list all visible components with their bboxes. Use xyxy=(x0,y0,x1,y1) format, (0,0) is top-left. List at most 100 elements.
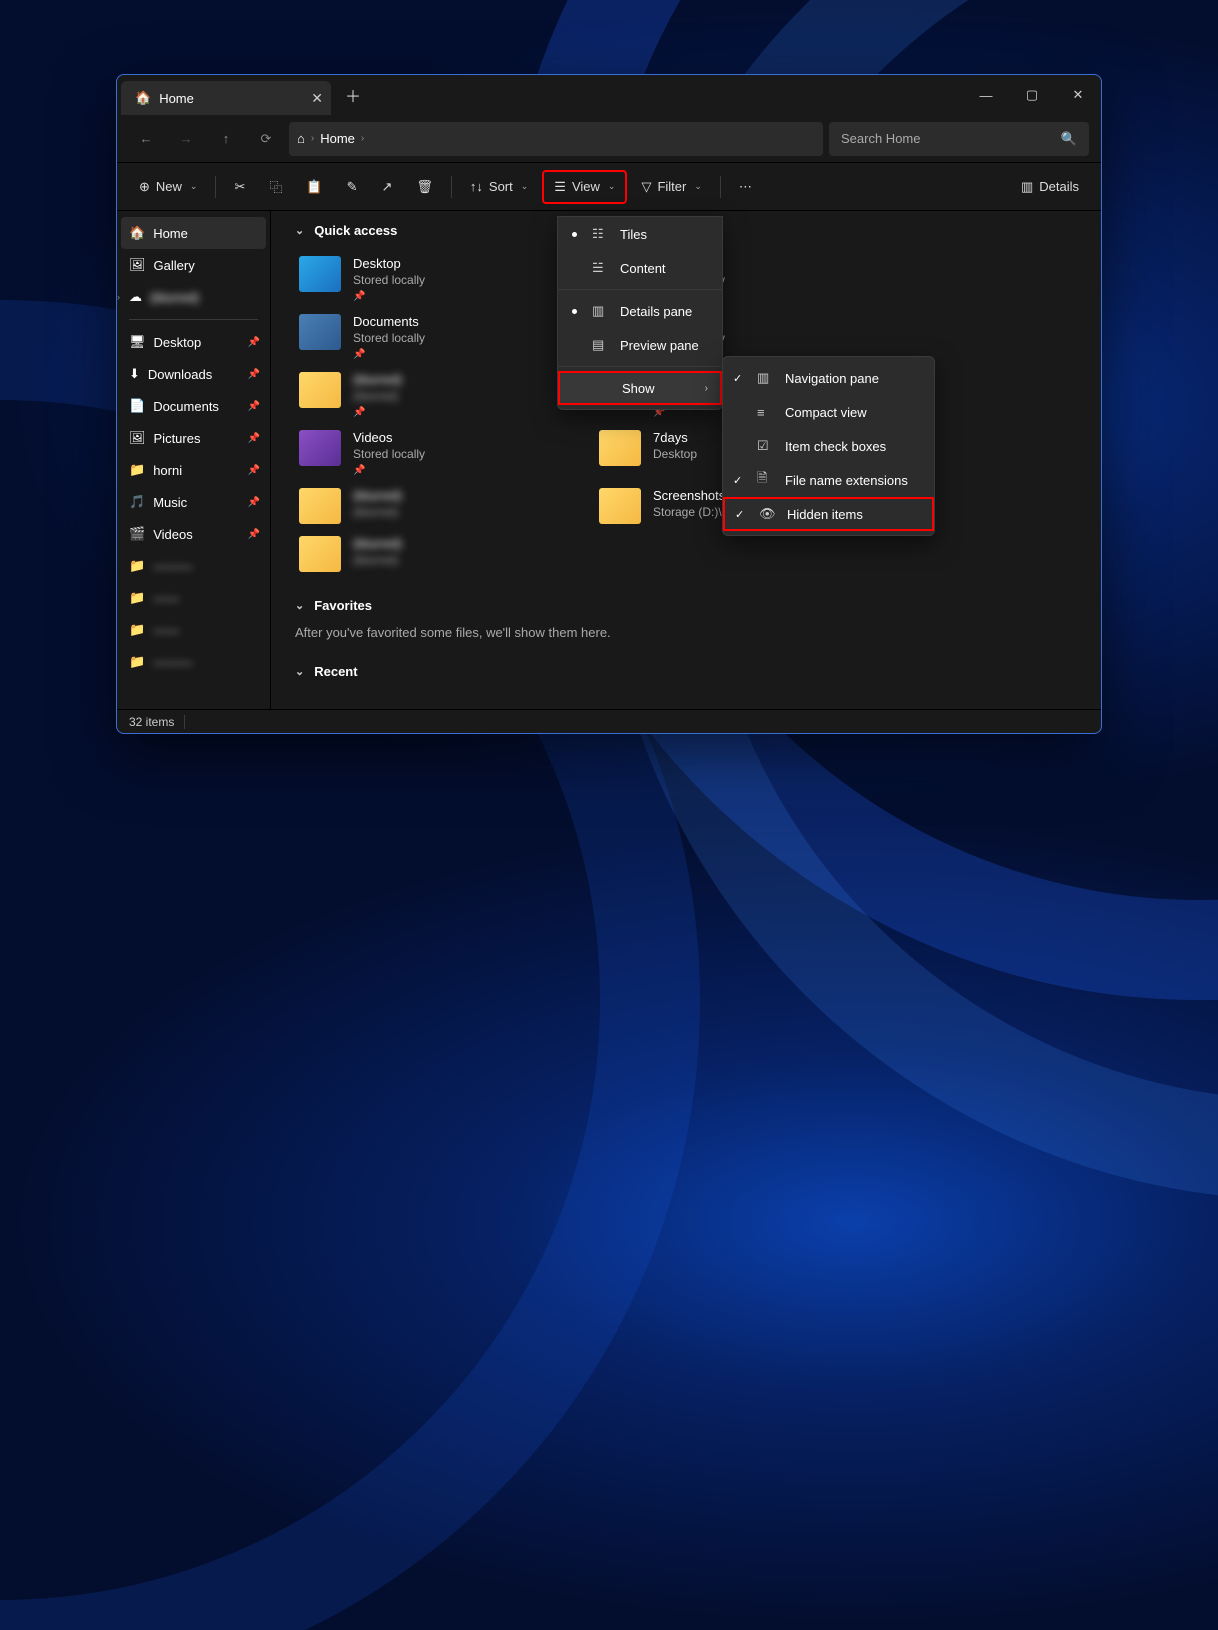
file-item[interactable]: Desktop Stored locally 📌 xyxy=(295,250,555,308)
back-button[interactable]: ← xyxy=(129,122,163,156)
menu-item-preview-pane[interactable]: ▤ Preview pane xyxy=(558,328,722,362)
folder-icon: 📁 xyxy=(129,462,145,478)
file-location: (blurred) xyxy=(353,389,402,403)
up-button[interactable]: ↑ xyxy=(209,122,243,156)
file-item[interactable]: (blurred) (blurred) xyxy=(295,530,555,578)
forward-button[interactable]: → xyxy=(169,122,203,156)
search-icon: 🔍 xyxy=(1061,131,1077,147)
menu-item-compact-view[interactable]: ≡ Compact view xyxy=(723,395,934,429)
menu-item-navigation-pane[interactable]: ✓ ▥ Navigation pane xyxy=(723,361,934,395)
sidebar-item-home[interactable]: 🏠 Home xyxy=(121,217,266,249)
details-button[interactable]: ▥ Details xyxy=(1011,170,1089,204)
sidebar-item-desktop[interactable]: 🖥Desktop📌 xyxy=(121,326,266,358)
folder-icon xyxy=(299,256,341,292)
favorites-header[interactable]: ⌄ Favorites xyxy=(295,598,1077,613)
sidebar-item-onedrive[interactable]: › ☁ (blurred) xyxy=(121,281,266,313)
copy-icon: ⿻ xyxy=(269,177,282,196)
close-window-button[interactable]: ✕ xyxy=(1055,75,1101,115)
search-box[interactable]: Search Home 🔍 xyxy=(829,122,1089,156)
more-button[interactable]: ⋯ xyxy=(729,170,762,204)
bullet-icon xyxy=(572,232,577,237)
rename-button[interactable]: ✎ xyxy=(337,170,368,204)
copy-button[interactable]: ⿻ xyxy=(259,170,292,204)
compact-icon: ≡ xyxy=(757,405,773,420)
sidebar-item-pictures[interactable]: 🖼Pictures📌 xyxy=(121,422,266,454)
pin-icon: 📌 xyxy=(248,337,260,348)
folder-icon: 📁 xyxy=(129,590,145,606)
check-icon: ✓ xyxy=(735,508,744,521)
share-button[interactable]: ↗ xyxy=(371,170,402,204)
menu-item-details-pane[interactable]: ▥ Details pane xyxy=(558,294,722,328)
file-item[interactable]: Documents Stored locally 📌 xyxy=(295,308,555,366)
menu-item-hidden-items[interactable]: ✓ 👁 Hidden items xyxy=(723,497,934,531)
favorites-empty-text: After you've favorited some files, we'll… xyxy=(295,625,1077,640)
menu-item-check-boxes[interactable]: ☑ Item check boxes xyxy=(723,429,934,463)
chevron-right-icon: › xyxy=(117,292,120,302)
file-name: Desktop xyxy=(353,256,425,271)
close-tab-icon[interactable]: ✕ xyxy=(311,90,323,107)
file-name: Documents xyxy=(353,314,425,329)
sidebar: 🏠 Home 🖼 Gallery › ☁ (blurred) 🖥Desktop📌… xyxy=(117,211,271,709)
file-name: (blurred) xyxy=(353,372,402,387)
sidebar-item-downloads[interactable]: ⬇Downloads📌 xyxy=(121,358,266,390)
file-item[interactable]: (blurred) (blurred) 📌 xyxy=(295,366,555,424)
sidebar-item-blurred[interactable]: 📁—— xyxy=(121,614,266,646)
view-icon: ☰ xyxy=(554,179,566,195)
menu-item-show[interactable]: Show › xyxy=(558,371,722,405)
share-icon: ↗ xyxy=(381,179,392,195)
chevron-down-icon: ⌄ xyxy=(521,181,529,192)
file-location: Desktop xyxy=(653,447,697,461)
recent-header[interactable]: ⌄ Recent xyxy=(295,664,1077,679)
cloud-icon: ☁ xyxy=(129,289,142,305)
folder-icon: 📁 xyxy=(129,622,145,638)
downloads-icon: ⬇ xyxy=(129,366,140,382)
preview-pane-icon: ▤ xyxy=(592,337,608,353)
chevron-down-icon: ⌄ xyxy=(295,599,304,612)
new-tab-button[interactable]: ＋ xyxy=(331,83,375,107)
folder-icon xyxy=(299,430,341,466)
sidebar-item-blurred[interactable]: 📁——— xyxy=(121,646,266,678)
tab-title: Home xyxy=(159,91,194,106)
check-icon: ✓ xyxy=(733,372,742,385)
file-name: Videos xyxy=(353,430,425,445)
menu-item-file-extensions[interactable]: ✓ 🗎 File name extensions xyxy=(723,463,934,497)
details-pane-icon: ▥ xyxy=(592,303,608,319)
pin-icon: 📌 xyxy=(248,433,260,444)
sidebar-item-horni[interactable]: 📁horni📌 xyxy=(121,454,266,486)
chevron-down-icon: ⌄ xyxy=(190,181,198,192)
paste-icon: 📋 xyxy=(306,179,322,195)
paste-button[interactable]: 📋 xyxy=(296,170,332,204)
tab-home[interactable]: 🏠 Home ✕ xyxy=(121,81,331,115)
refresh-button[interactable]: ⟳ xyxy=(249,122,283,156)
file-name: 7days xyxy=(653,430,697,445)
breadcrumb-home[interactable]: Home xyxy=(320,131,355,146)
sidebar-item-videos[interactable]: 🎬Videos📌 xyxy=(121,518,266,550)
sidebar-item-documents[interactable]: 📄Documents📌 xyxy=(121,390,266,422)
folder-icon: 📁 xyxy=(129,654,145,670)
file-item[interactable]: (blurred) (blurred) xyxy=(295,482,555,530)
item-count: 32 items xyxy=(129,715,174,729)
sidebar-item-blurred[interactable]: 📁—— xyxy=(121,582,266,614)
filter-button[interactable]: ▽ Filter ⌄ xyxy=(631,170,711,204)
sidebar-item-blurred[interactable]: 📁——— xyxy=(121,550,266,582)
tiles-icon: ☷ xyxy=(592,226,608,242)
menu-item-tiles[interactable]: ☷ Tiles xyxy=(558,217,722,251)
pin-icon: 📌 xyxy=(353,465,425,476)
file-location: (blurred) xyxy=(353,505,402,519)
pin-icon: 📌 xyxy=(248,529,260,540)
home-icon: 🏠 xyxy=(135,90,151,106)
file-item[interactable]: Videos Stored locally 📌 xyxy=(295,424,555,482)
address-bar[interactable]: ⌂ › Home › xyxy=(289,122,823,156)
sort-button[interactable]: ↑↓ Sort ⌄ xyxy=(460,170,538,204)
menu-item-content[interactable]: ☱ Content xyxy=(558,251,722,285)
cut-button[interactable]: ✂ xyxy=(224,170,255,204)
view-button[interactable]: ☰ View ⌄ xyxy=(542,170,627,204)
minimize-button[interactable]: — xyxy=(963,75,1009,115)
delete-button[interactable]: 🗑 xyxy=(406,170,443,204)
navbar: ← → ↑ ⟳ ⌂ › Home › Search Home 🔍 xyxy=(117,115,1101,163)
sidebar-item-music[interactable]: 🎵Music📌 xyxy=(121,486,266,518)
pin-icon: 📌 xyxy=(353,407,402,418)
sidebar-item-gallery[interactable]: 🖼 Gallery xyxy=(121,249,266,281)
maximize-button[interactable]: ▢ xyxy=(1009,75,1055,115)
new-button[interactable]: ⊕ New ⌄ xyxy=(129,170,207,204)
